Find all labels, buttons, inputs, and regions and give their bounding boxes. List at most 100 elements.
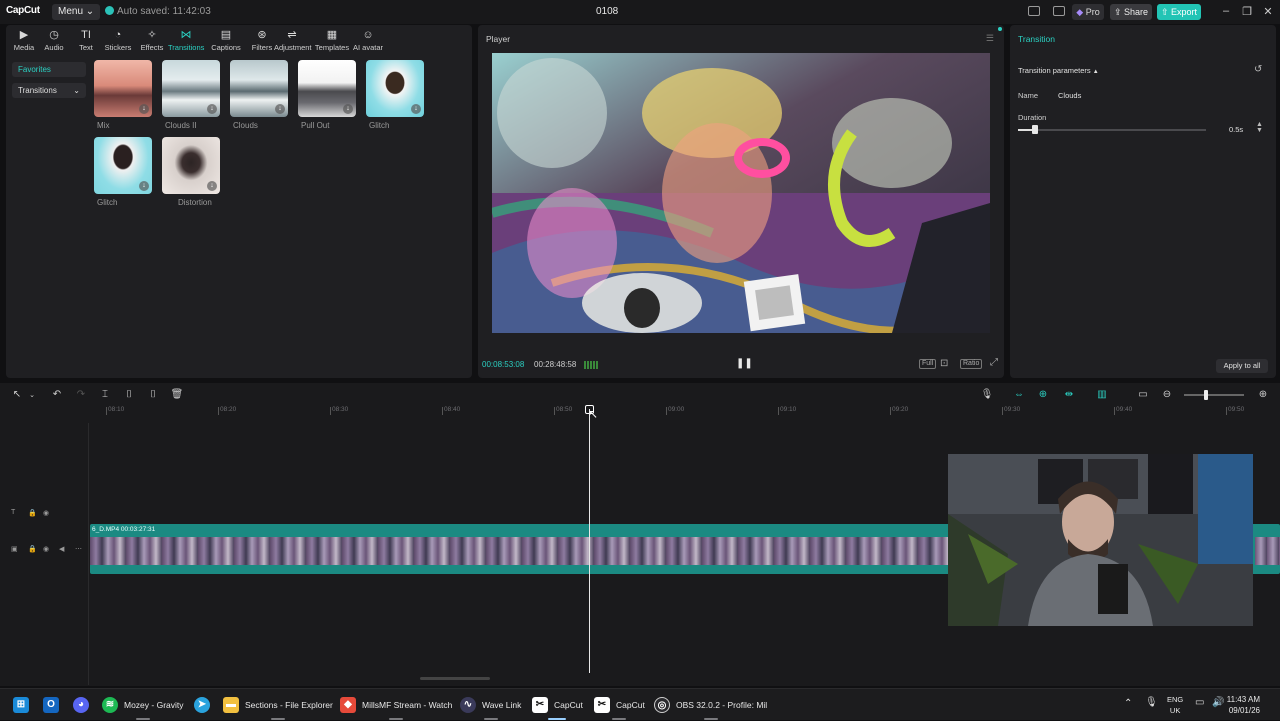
download-icon: ↓ (207, 104, 217, 114)
duration-slider-handle[interactable] (1032, 125, 1038, 134)
chevron-down-icon[interactable]: ⌄ (25, 391, 39, 399)
tab-adjustment[interactable]: ⇌ Adjustment (274, 29, 312, 52)
apply-to-all-button[interactable]: Apply to all (1216, 359, 1268, 373)
duration-slider-track[interactable] (1018, 129, 1206, 131)
microphone-icon[interactable]: 🎙 (980, 389, 994, 400)
tab-transitions[interactable]: ⋈ Transitions (168, 29, 204, 52)
tab-audio[interactable]: ◷ Audio (36, 29, 72, 52)
tab-captions[interactable]: ▤ Captions (208, 29, 244, 52)
link-icon[interactable]: ⇔ (1012, 389, 1026, 400)
eye-icon[interactable]: ◉ (43, 509, 49, 517)
taskbar-spotify[interactable]: ≋ Mozey - Gravity (102, 689, 184, 721)
full-quality-button[interactable]: Full (919, 359, 937, 369)
caption-icon[interactable]: ▭ (1136, 389, 1150, 400)
tab-effects[interactable]: ✧ Effects (134, 29, 170, 52)
delete-right-icon[interactable]: ⌷ (146, 389, 160, 400)
tab-stickers[interactable]: ◔ Stickers (100, 29, 136, 52)
player-menu-icon[interactable]: ☰ (986, 33, 994, 44)
download-icon: ↓ (139, 181, 149, 191)
video-preview[interactable] (492, 53, 990, 333)
share-button[interactable]: ⇪ Share (1110, 4, 1152, 20)
language-indicator[interactable]: ENG UK (1167, 694, 1183, 716)
wave-link-icon: ∿ (460, 697, 476, 713)
magnet-icon[interactable]: ⊕ (1036, 389, 1050, 400)
ratio-button[interactable]: Ratio (960, 359, 983, 369)
lock-icon[interactable]: 🔒 (28, 509, 37, 517)
zoom-slider-handle[interactable] (1204, 390, 1208, 400)
system-clock[interactable]: 11:43 AM 09/01/26 (1227, 694, 1260, 716)
transition-thumb-clouds[interactable]: ↓ (230, 60, 288, 117)
ruler-tick (106, 407, 107, 415)
ruler-label: 09:30 (1004, 406, 1021, 413)
spotify-icon: ≋ (102, 697, 118, 713)
layout-icon[interactable] (1028, 6, 1040, 16)
trash-icon[interactable]: 🗑 (170, 389, 184, 400)
more-icon[interactable]: ⋯ (75, 545, 82, 553)
diamond-icon: ◆ (1076, 7, 1084, 17)
taskbar-capcut-2[interactable]: ✂ CapCut (594, 689, 645, 721)
menu-button[interactable]: Menu ⌄ (52, 4, 101, 20)
duration-value[interactable]: 0.5s (1229, 125, 1243, 134)
discord-button[interactable]: ◕ (73, 689, 95, 721)
favorites-button[interactable]: Favorites (12, 62, 86, 77)
eye-icon[interactable]: ◉ (43, 545, 49, 553)
transition-thumb-clouds-ii[interactable]: ↓ (162, 60, 220, 117)
pause-button[interactable]: ❚❚ (736, 358, 753, 369)
shortcut-icon[interactable] (1053, 6, 1065, 16)
taskbar-wave-link[interactable]: ∿ Wave Link (460, 689, 521, 721)
fullscreen-icon[interactable]: ⤢ (990, 357, 998, 368)
transitions-category[interactable]: Transitions ⌄ (12, 83, 86, 98)
transition-thumb-pull-out[interactable]: ↓ (298, 60, 356, 117)
taskbar-browser[interactable]: ◆ MillsMF Stream - Watch (340, 689, 452, 721)
outlook-button[interactable]: O (43, 689, 65, 721)
taskbar-obs[interactable]: ◎ OBS 32.0.2 - Profile: Mil (654, 689, 767, 721)
network-icon[interactable]: ▭ (1195, 697, 1204, 708)
taskbar-capcut-1[interactable]: ✂ CapCut (532, 689, 583, 721)
snapshot-icon[interactable]: ⊡ (940, 358, 948, 369)
restore-icon[interactable]: ❐ (1239, 5, 1255, 18)
playhead[interactable] (589, 409, 590, 673)
select-tool-icon[interactable]: ↖ (10, 389, 24, 400)
minimize-icon[interactable]: – (1218, 5, 1234, 17)
timeline-scrollbar[interactable] (420, 677, 490, 680)
zoom-out-icon[interactable]: ⊖ (1160, 389, 1174, 400)
volume-icon[interactable]: 🔊 (1212, 697, 1224, 708)
tray-chevron-up-icon[interactable]: ⌃ (1124, 698, 1132, 709)
preview-axis-icon[interactable]: ▥ (1095, 389, 1109, 400)
zoom-in-icon[interactable]: ⊕ (1256, 389, 1270, 400)
export-button[interactable]: ⇧ Export (1157, 4, 1201, 20)
clock-time: 11:43 AM (1226, 695, 1260, 704)
transition-thumb-glitch[interactable]: ↓ (366, 60, 424, 117)
transition-thumb-mix[interactable]: ↓ (94, 60, 152, 117)
stepper-icon[interactable]: ▲ ▼ (1256, 121, 1263, 134)
tray-microphone-icon[interactable]: 🎙 (1145, 697, 1158, 708)
ruler-tick (1114, 407, 1115, 415)
undo-icon[interactable]: ↶ (50, 389, 64, 400)
close-icon[interactable]: ✕ (1260, 5, 1276, 18)
pro-button[interactable]: ◆ Pro (1072, 4, 1104, 20)
speaker-icon[interactable]: ◀ (59, 545, 64, 553)
snap-icon[interactable]: ⇹ (1062, 389, 1076, 400)
ruler-label: 08:10 (108, 406, 125, 413)
current-timecode: 00:08:53:08 (482, 360, 525, 369)
lock-icon[interactable]: 🔒 (28, 545, 37, 553)
zoom-slider[interactable] (1184, 394, 1244, 396)
tab-label: Transitions (168, 43, 205, 52)
tab-ai-avatar[interactable]: ☺ AI avatar (350, 29, 386, 52)
params-header[interactable]: Transition parameters ▲ (1018, 66, 1099, 75)
split-icon[interactable]: ⌶ (98, 389, 112, 400)
redo-icon[interactable]: ↷ (74, 389, 88, 400)
ruler-tick (1226, 407, 1227, 415)
taskbar: ⊞ O ◕ ≋ Mozey - Gravity ➤ ▬ Sections - Fil… (0, 688, 1280, 720)
tab-text[interactable]: TI Text (68, 29, 104, 52)
start-button[interactable]: ⊞ (13, 689, 35, 721)
taskbar-file-explorer[interactable]: ▬ Sections - File Explorer (223, 689, 333, 721)
filters-icon: ⊛ (257, 29, 267, 41)
tab-templates[interactable]: ▦ Templates (314, 29, 350, 52)
transition-label: Clouds (233, 121, 258, 130)
transition-thumb-distortion[interactable]: ↓ (162, 137, 220, 194)
telegram-button[interactable]: ➤ (194, 689, 216, 721)
transition-thumb-glitch-2[interactable]: ↓ (94, 137, 152, 194)
reset-icon[interactable]: ↺ (1254, 64, 1262, 75)
delete-left-icon[interactable]: ⌷ (122, 389, 136, 400)
